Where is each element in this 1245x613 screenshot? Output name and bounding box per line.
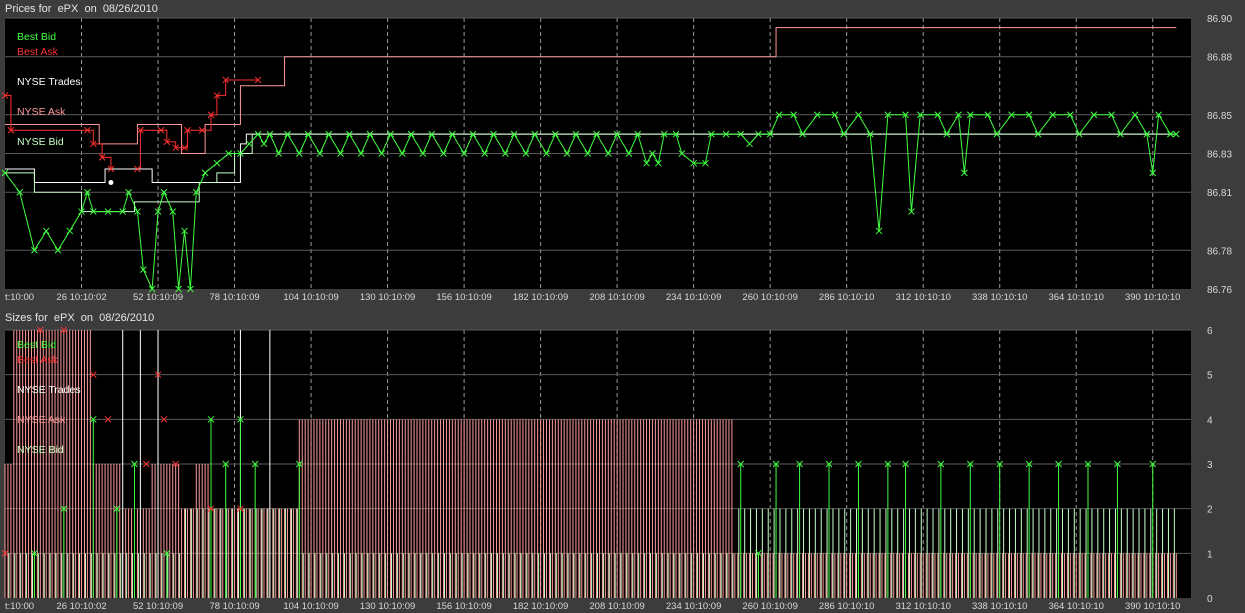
price-legend-nyse-ask: NYSE Ask: [17, 106, 66, 118]
size-y-tick-label: 5: [1207, 371, 1213, 382]
size-x-tick-label: 52 10:10:09: [133, 601, 183, 612]
price-legend-best-bid: Best Bid: [17, 31, 56, 43]
size-x-tick-label: 390 10:10:10: [1125, 601, 1180, 612]
price-x-tick-label: 52 10:10:09: [133, 292, 183, 303]
size-x-tick-label: 156 10:10:09: [436, 601, 491, 612]
size-x-tick-label: t:10:00: [5, 601, 34, 612]
price-x-tick-label: 78 10:10:09: [209, 292, 259, 303]
size-legend-best-ask: Best Ask: [17, 354, 59, 366]
price-y-tick-label: 86.81: [1207, 188, 1232, 199]
size-x-tick-label: 182 10:10:09: [513, 601, 568, 612]
price-x-tick-label: 390 10:10:10: [1125, 292, 1180, 303]
price-legend-best-ask: Best Ask: [17, 46, 59, 58]
price-x-tick-label: 364 10:10:10: [1048, 292, 1103, 303]
size-x-tick-label: 208 10:10:09: [589, 601, 644, 612]
size-x-tick-label: 286 10:10:10: [819, 601, 874, 612]
price-x-tick-label: 182 10:10:09: [513, 292, 568, 303]
price-y-tick-label: 86.85: [1207, 111, 1232, 122]
size-legend-nyse-trades: NYSE Trades: [17, 384, 81, 396]
price-x-tick-label: 286 10:10:10: [819, 292, 874, 303]
price-x-tick-label: 338 10:10:10: [972, 292, 1027, 303]
size-y-tick-label: 6: [1207, 326, 1213, 337]
size-x-tick-label: 312 10:10:10: [895, 601, 950, 612]
size-y-tick-label: 4: [1207, 415, 1213, 426]
price-x-tick-label: t:10:00: [5, 292, 34, 303]
size-legend-nyse-ask: NYSE Ask: [17, 414, 66, 426]
price-x-tick-label: 234 10:10:09: [666, 292, 721, 303]
price-x-tick-label: 104 10:10:09: [283, 292, 338, 303]
size-x-tick-label: 26 10:10:02: [56, 601, 106, 612]
size-legend-best-bid: Best Bid: [17, 339, 56, 351]
price-legend-nyse-trades: NYSE Trades: [17, 76, 81, 88]
price-x-tick-label: 26 10:10:02: [56, 292, 106, 303]
size-x-tick-label: 78 10:10:09: [209, 601, 259, 612]
size-x-tick-label: 260 10:10:09: [742, 601, 797, 612]
trade-marker: [108, 180, 114, 186]
price-x-tick-label: 130 10:10:09: [360, 292, 415, 303]
price-y-tick-label: 86.88: [1207, 53, 1232, 64]
size-y-tick-label: 0: [1207, 594, 1213, 605]
price-x-tick-label: 156 10:10:09: [436, 292, 491, 303]
size-x-tick-label: 338 10:10:10: [972, 601, 1027, 612]
price-legend-nyse-bid: NYSE Bid: [17, 136, 64, 148]
size-x-tick-label: 364 10:10:10: [1048, 601, 1103, 612]
size-y-tick-label: 3: [1207, 460, 1213, 471]
price-x-tick-label: 260 10:10:09: [742, 292, 797, 303]
size-y-tick-label: 2: [1207, 505, 1213, 516]
price-y-tick-label: 86.83: [1207, 150, 1232, 161]
size-y-tick-label: 1: [1207, 549, 1213, 560]
size-x-tick-label: 234 10:10:09: [666, 601, 721, 612]
size-x-tick-label: 104 10:10:09: [283, 601, 338, 612]
price-y-tick-label: 86.78: [1207, 246, 1232, 257]
price-x-tick-label: 208 10:10:09: [589, 292, 644, 303]
price-y-tick-label: 86.76: [1207, 285, 1232, 296]
size-x-tick-label: 130 10:10:09: [360, 601, 415, 612]
price-y-tick-label: 86.90: [1207, 14, 1232, 25]
chart-canvas: t:10:00 26 10:10:02 52 10:10:09 78 10:10:09…: [1, 14, 1232, 612]
size-legend-nyse-bid: NYSE Bid: [17, 444, 64, 456]
price-x-tick-label: 312 10:10:10: [895, 292, 950, 303]
